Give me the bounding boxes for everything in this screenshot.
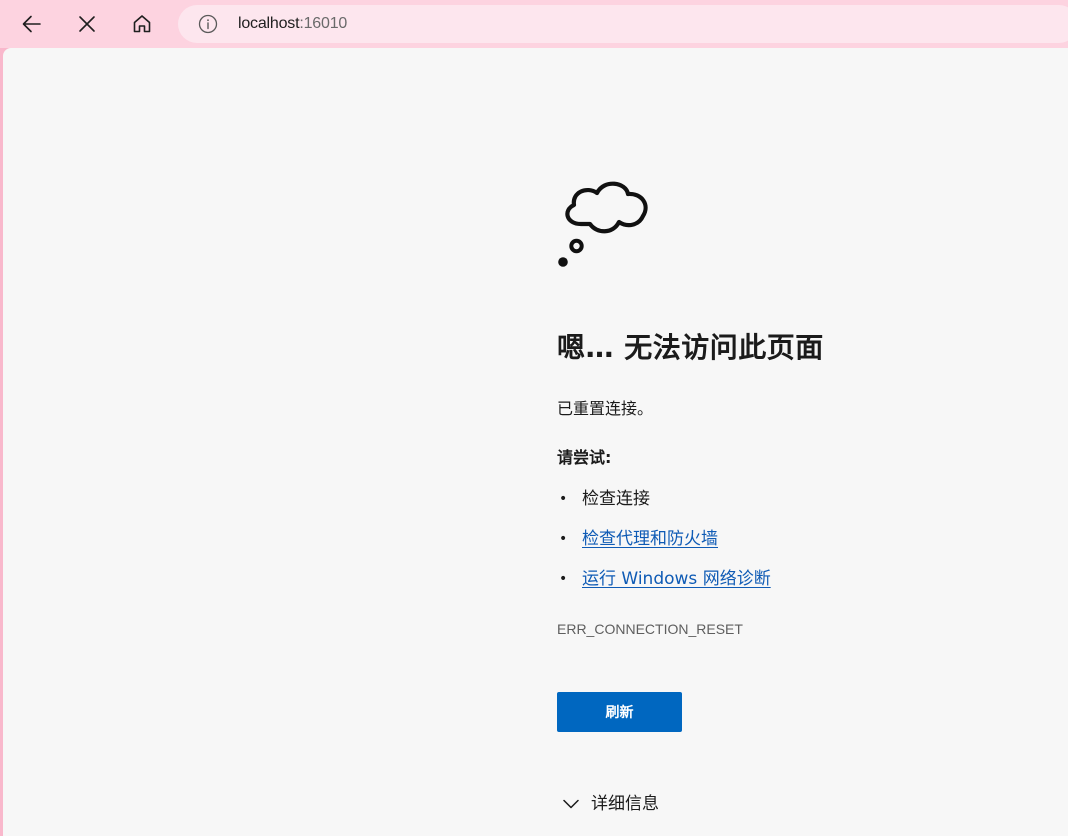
info-icon[interactable] (198, 14, 218, 34)
close-icon (79, 16, 95, 32)
chevron-down-icon (563, 799, 579, 809)
network-diagnostics-link[interactable]: 运行 Windows 网络诊断 (582, 569, 771, 589)
try-label: 请尝试: (557, 448, 612, 467)
refresh-button[interactable]: 刷新 (557, 692, 682, 732)
details-label: 详细信息 (591, 794, 659, 814)
stop-loading-button[interactable] (69, 6, 105, 42)
address-port: :16010 (299, 15, 348, 32)
address-bar[interactable]: localhost:16010 (178, 5, 1068, 43)
address-url[interactable]: localhost:16010 (238, 14, 347, 34)
browser-toolbar: localhost:16010 (0, 0, 1068, 48)
error-title: 嗯… 无法访问此页面 (557, 331, 824, 364)
arrow-left-icon (22, 15, 41, 33)
home-button[interactable] (124, 6, 160, 42)
bullet: • (559, 491, 568, 507)
suggestion-list: • 检查连接 • 检查代理和防火墙 • 运行 Windows 网络诊断 (557, 488, 957, 608)
check-proxy-firewall-link[interactable]: 检查代理和防火墙 (582, 529, 718, 549)
home-icon (133, 15, 151, 33)
error-code: ERR_CONNECTION_RESET (557, 621, 743, 637)
suggestion-item-check-proxy-firewall: • 检查代理和防火墙 (557, 528, 957, 568)
error-subtitle: 已重置连接。 (557, 399, 654, 418)
bullet: • (559, 531, 568, 547)
suggestion-item-network-diagnostics: • 运行 Windows 网络诊断 (557, 568, 957, 608)
details-toggle[interactable]: 详细信息 (563, 792, 659, 816)
address-host: localhost (238, 15, 300, 32)
suggestion-text: 检查连接 (582, 489, 650, 509)
bullet: • (559, 571, 568, 587)
suggestion-item-check-connection: • 检查连接 (557, 488, 957, 528)
page-viewport: 嗯… 无法访问此页面 已重置连接。 请尝试: • 检查连接 • 检查代理和防火墙… (3, 48, 1068, 836)
thought-cloud-icon (558, 181, 648, 267)
back-button[interactable] (14, 6, 50, 42)
